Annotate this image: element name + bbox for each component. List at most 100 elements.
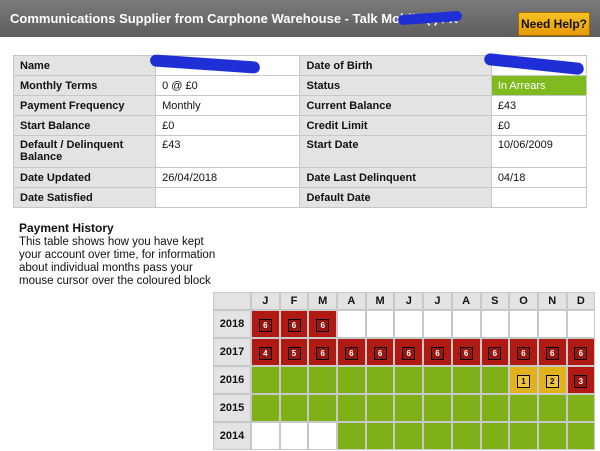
history-cell-green[interactable] [537, 394, 567, 422]
month-header: N [537, 292, 567, 310]
history-cell-green[interactable] [365, 394, 395, 422]
missed-payments-badge: 6 [316, 347, 330, 360]
history-cell-blank [423, 310, 452, 338]
history-cell-green[interactable] [451, 366, 481, 394]
missed-payments-badge: 6 [344, 347, 358, 360]
history-cell-green[interactable] [251, 366, 280, 394]
field-value: £43 [490, 95, 588, 116]
history-cell-green[interactable] [423, 394, 452, 422]
month-header: M [308, 292, 338, 310]
history-cell-green[interactable] [365, 422, 395, 450]
history-cell-green[interactable] [423, 366, 452, 394]
history-cell-red[interactable]: 6 [509, 338, 538, 366]
history-cell-green[interactable] [480, 366, 510, 394]
history-cell-blank [394, 310, 424, 338]
history-cell-green[interactable] [279, 366, 309, 394]
history-cell-red[interactable]: 6 [566, 338, 596, 366]
history-cell-red[interactable]: 6 [365, 338, 395, 366]
history-cell-amber[interactable]: 1 [509, 366, 538, 394]
history-cell-green[interactable] [337, 422, 366, 450]
history-cell-red[interactable]: 6 [251, 310, 280, 338]
history-cell-red[interactable]: 6 [423, 338, 452, 366]
missed-payments-badge: 1 [517, 375, 531, 388]
month-header: J [251, 292, 280, 310]
history-cell-red[interactable]: 6 [451, 338, 481, 366]
history-cell-green[interactable] [337, 366, 366, 394]
history-cell-green[interactable] [480, 422, 510, 450]
history-cell-blank [480, 310, 510, 338]
field-label: Monthly Terms [12, 75, 157, 96]
account-title: Communications Supplier from Carphone Wa… [10, 11, 458, 26]
history-cell-green[interactable] [279, 394, 309, 422]
missed-payments-badge: 6 [430, 347, 444, 360]
month-header: M [365, 292, 395, 310]
history-cell-red[interactable]: 6 [308, 310, 338, 338]
history-cell-amber[interactable]: 2 [537, 366, 567, 394]
year-label: 2015 [213, 394, 251, 422]
history-cell-green[interactable] [394, 394, 424, 422]
field-label: Payment Frequency [12, 95, 157, 116]
history-cell-green[interactable] [451, 422, 481, 450]
history-cell-blank [537, 310, 567, 338]
history-cell-red[interactable]: 6 [480, 338, 510, 366]
payment-history-grid: J F M A M J J A S O N D 2018 6 6 6 2017 4 5 6 6 6 6 6 6 6 6 6 6 2016 1… [213, 292, 596, 450]
grid-corner [213, 292, 251, 310]
history-cell-green[interactable] [337, 394, 366, 422]
year-row: 2016 1 2 3 [213, 366, 596, 394]
history-cell-red[interactable]: 6 [394, 338, 424, 366]
history-cell-blank [365, 310, 395, 338]
history-cell-green[interactable] [566, 422, 596, 450]
history-cell-red[interactable]: 4 [251, 338, 280, 366]
history-cell-green[interactable] [509, 394, 538, 422]
payment-history-description: This table shows how you have kept your … [19, 236, 216, 287]
history-cell-green[interactable] [394, 366, 424, 394]
field-label: Default Date [299, 187, 492, 208]
history-cell-green[interactable] [308, 394, 338, 422]
history-cell-red[interactable]: 5 [279, 338, 309, 366]
need-help-button[interactable]: Need Help? [518, 12, 590, 36]
history-cell-green[interactable] [566, 394, 596, 422]
history-cell-red[interactable]: 6 [537, 338, 567, 366]
history-cell-red[interactable]: 6 [308, 338, 338, 366]
history-cell-red[interactable]: 6 [337, 338, 366, 366]
month-header: S [480, 292, 510, 310]
field-label: Current Balance [299, 95, 492, 116]
details-row: Start Balance £0 Credit Limit £0 [12, 115, 588, 136]
history-cell-red[interactable]: 6 [279, 310, 309, 338]
year-row: 2017 4 5 6 6 6 6 6 6 6 6 6 6 [213, 338, 596, 366]
year-row: 2018 6 6 6 [213, 310, 596, 338]
field-value [155, 187, 301, 208]
history-cell-green[interactable] [509, 422, 538, 450]
details-row: Default / Delinquent Balance £43 Start Dat… [12, 135, 588, 168]
year-label: 2018 [213, 310, 251, 338]
missed-payments-badge: 6 [287, 319, 301, 332]
year-row: 2014 [213, 422, 596, 450]
history-cell-green[interactable] [537, 422, 567, 450]
account-details-table: Name Date of Birth Monthly Terms 0 @ £0 Stat… [12, 55, 588, 208]
history-cell-blank [308, 422, 338, 450]
month-header: J [423, 292, 452, 310]
history-cell-red[interactable]: 3 [566, 366, 596, 394]
field-label: Date Last Delinquent [299, 167, 492, 188]
field-label: Date of Birth [299, 55, 492, 76]
details-row: Date Satisfied Default Date [12, 187, 588, 208]
missed-payments-badge: 6 [459, 347, 473, 360]
field-value: £0 [490, 115, 588, 136]
history-cell-green[interactable] [423, 422, 452, 450]
history-cell-green[interactable] [365, 366, 395, 394]
missed-payments-badge: 6 [574, 347, 588, 360]
history-cell-green[interactable] [394, 422, 424, 450]
missed-payments-badge: 6 [402, 347, 416, 360]
field-value: Monthly [155, 95, 301, 116]
payment-history-title: Payment History [19, 221, 114, 235]
history-cell-green[interactable] [451, 394, 481, 422]
history-cell-green[interactable] [251, 394, 280, 422]
missed-payments-badge: 6 [488, 347, 502, 360]
details-row: Payment Frequency Monthly Current Balance £… [12, 95, 588, 116]
field-label: Status [299, 75, 492, 96]
history-cell-green[interactable] [308, 366, 338, 394]
history-cell-green[interactable] [480, 394, 510, 422]
missed-payments-badge: 6 [517, 347, 531, 360]
missed-payments-badge: 6 [545, 347, 559, 360]
history-cell-blank [337, 310, 366, 338]
